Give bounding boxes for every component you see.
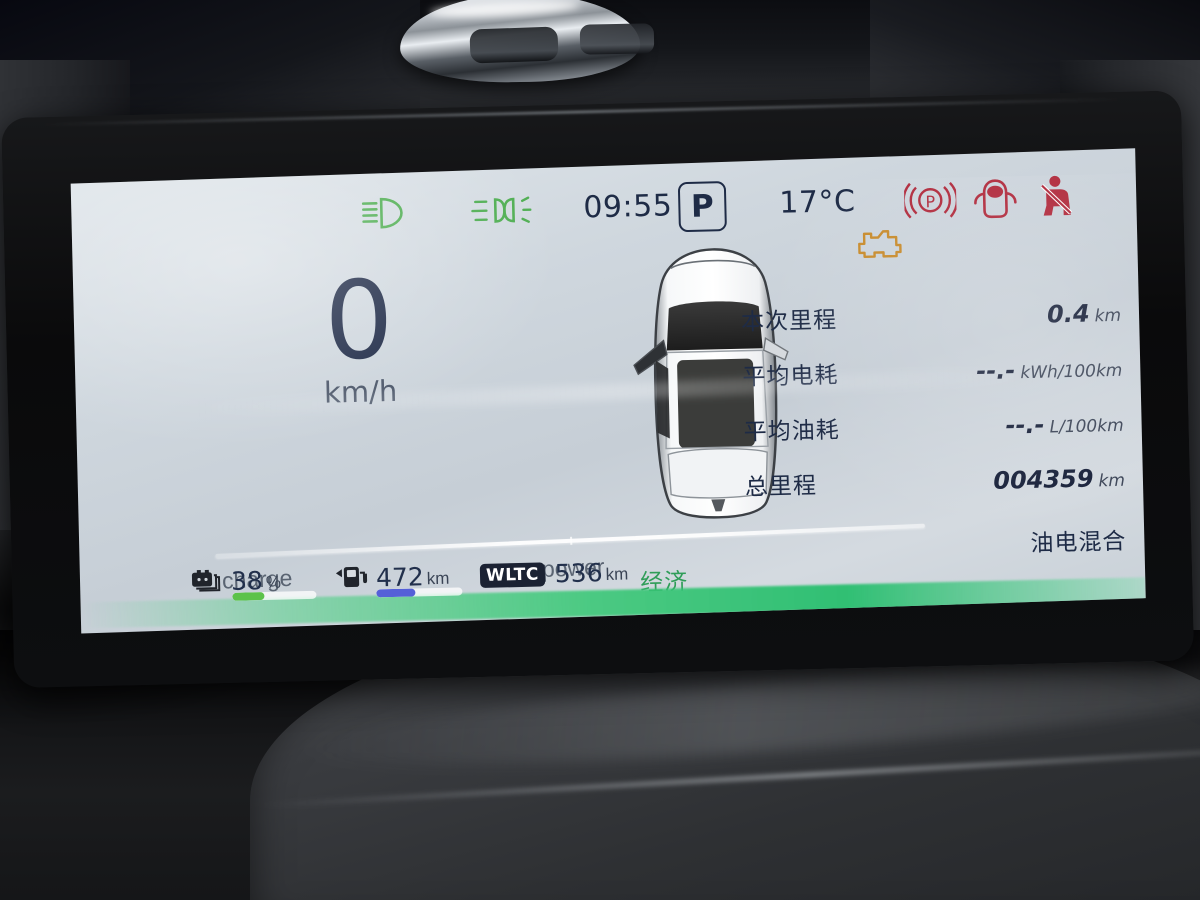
fuel-level-fill — [376, 588, 416, 598]
position-light-icon — [469, 192, 532, 229]
chrome-object-notch-right — [579, 23, 655, 55]
gauge-center-mark — [570, 536, 573, 545]
airbag-warning-icon — [971, 176, 1020, 221]
wltc-range-value: 536 — [554, 558, 603, 589]
battery-icon — [190, 567, 225, 599]
avg-fuel-consumption-value: --.- L/100km — [1005, 410, 1124, 440]
wltc-range: WLTC 536 km — [479, 557, 629, 589]
odometer-label: 总里程 — [744, 473, 818, 501]
instrument-cluster: 09:55 P 17°C P 0 km/h charge power 本次里程 … — [1, 90, 1200, 718]
parking-brake-warning-icon: P — [903, 178, 957, 223]
low-beam-headlight-icon — [359, 194, 412, 231]
battery-level-bar — [232, 590, 317, 601]
chrome-object-notch-left — [469, 26, 559, 64]
avg-power-consumption-label: 平均电耗 — [742, 362, 839, 391]
odometer-value: 004359 km — [992, 464, 1126, 495]
table-row: 平均油耗 --.- L/100km — [743, 404, 1124, 447]
wltc-badge: WLTC — [479, 562, 546, 588]
gear-indicator-label: P — [677, 181, 727, 233]
gear-indicator: P — [677, 181, 727, 233]
trip-info-panel: 本次里程 0.4 km 平均电耗 --.- kWh/100km 平均油耗 --.- L… — [741, 294, 1126, 523]
table-row: 总里程 004359 km — [745, 459, 1126, 502]
cluster-screen[interactable]: 09:55 P 17°C P 0 km/h charge power 本次里程 … — [70, 148, 1146, 634]
dashboard-photo: 09:55 P 17°C P 0 km/h charge power 本次里程 … — [0, 0, 1200, 900]
avg-power-consumption-unit: kWh/100km — [1020, 360, 1123, 384]
speed-unit: km/h — [323, 374, 398, 410]
trip-distance-label: 本次里程 — [740, 307, 838, 336]
avg-fuel-consumption-unit: L/100km — [1049, 415, 1124, 438]
outside-temperature: 17°C — [778, 184, 856, 221]
table-row: 平均电耗 --.- kWh/100km — [742, 349, 1123, 392]
wltc-range-unit: km — [605, 564, 629, 585]
seatbelt-warning-icon — [1033, 173, 1078, 220]
status-bar: 09:55 P 17°C P — [71, 171, 1137, 259]
odometer-unit: km — [1098, 470, 1126, 492]
fuel-pump-icon — [334, 564, 371, 596]
check-engine-icon — [854, 225, 905, 264]
clock: 09:55 — [582, 188, 673, 226]
trip-distance-unit: km — [1094, 305, 1122, 327]
avg-fuel-consumption-label: 平均油耗 — [743, 417, 840, 446]
battery-level-fill — [232, 592, 265, 601]
battery-percent-unit: % — [265, 572, 282, 593]
speed-display: 0 km/h charge power — [193, 257, 925, 594]
trip-distance-value: 0.4 km — [1046, 299, 1122, 329]
svg-text:P: P — [925, 192, 935, 211]
fuel-range-unit: km — [426, 568, 450, 589]
speed-value: 0 — [323, 257, 395, 385]
avg-power-consumption-value: --.- kWh/100km — [975, 356, 1123, 386]
fuel-level-bar — [376, 587, 463, 598]
